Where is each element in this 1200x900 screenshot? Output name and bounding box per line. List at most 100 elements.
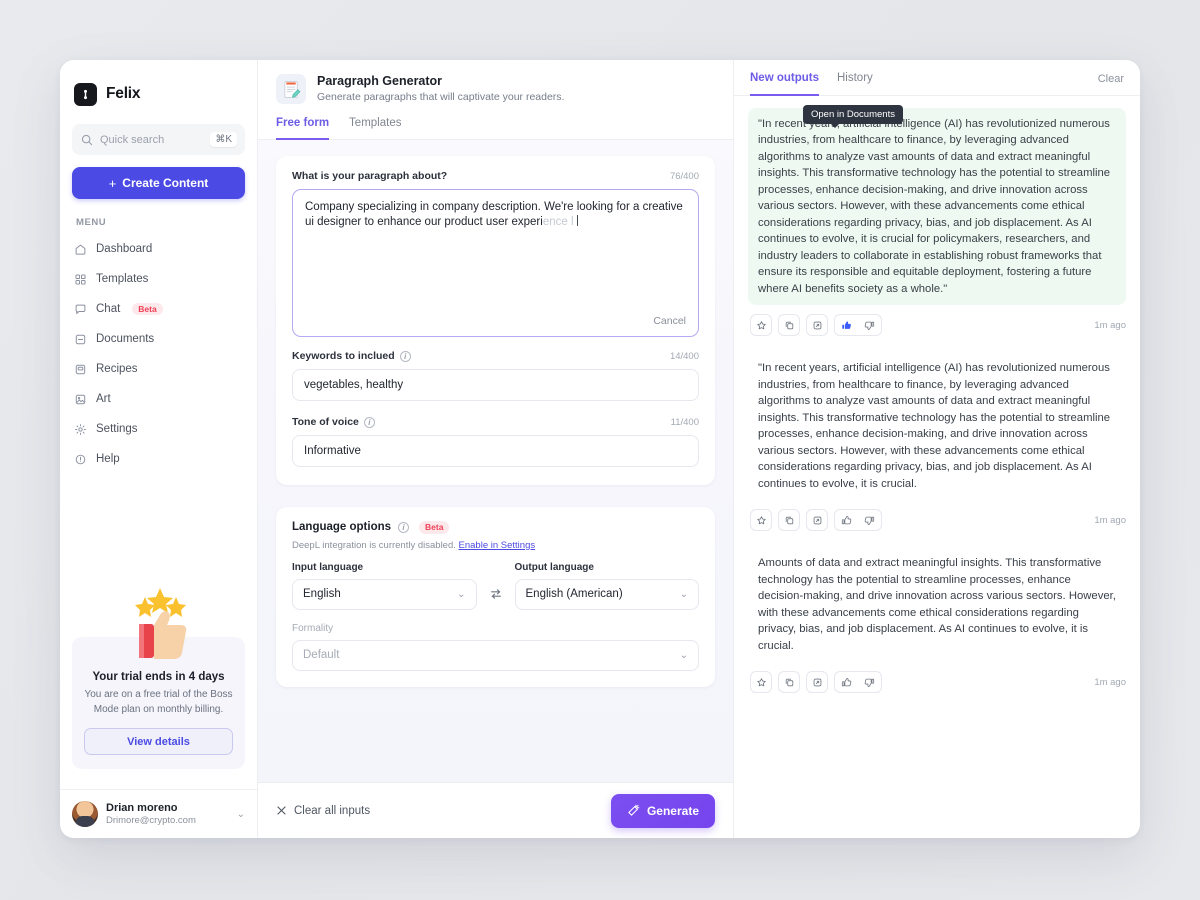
- user-meta: Drian moreno Drimore@crypto.com: [106, 802, 229, 826]
- magic-wand-icon: [628, 804, 640, 816]
- info-icon[interactable]: i: [398, 521, 410, 533]
- sidebar-item-label: Templates: [96, 273, 149, 285]
- search-input[interactable]: Quick search ⌘K: [72, 124, 245, 155]
- plus-icon: +: [108, 175, 117, 191]
- open-in-documents-icon[interactable]: [806, 671, 828, 694]
- notepad-pencil-icon: [276, 74, 306, 104]
- open-in-documents-icon[interactable]: [806, 509, 828, 532]
- close-icon: [277, 806, 286, 815]
- output-actions: 1m ago: [748, 314, 1126, 337]
- clear-all-inputs-button[interactable]: Clear all inputs: [276, 805, 370, 817]
- swap-horizontal-icon[interactable]: [485, 579, 507, 610]
- output-actions: 1m ago: [748, 509, 1126, 532]
- star-icon[interactable]: [750, 509, 772, 532]
- sidebar-item-recipes[interactable]: Recipes: [60, 354, 257, 384]
- output-language-select[interactable]: English (American) ⌄: [514, 578, 699, 610]
- tone-field-head: Tone of voice i 11/400: [292, 416, 699, 428]
- enable-in-settings-link[interactable]: Enable in Settings: [459, 540, 536, 551]
- copy-icon[interactable]: [778, 314, 800, 337]
- sidebar-menu: Dashboard Templates Chat Beta Documents …: [60, 234, 257, 474]
- thumbs-up-icon[interactable]: [835, 672, 858, 692]
- sidebar-item-label: Chat: [96, 303, 121, 315]
- output-card: "In recent years, artificial intelligenc…: [748, 105, 1126, 337]
- sidebar-item-dashboard[interactable]: Dashboard: [60, 234, 257, 264]
- output-text: Amounts of data and extract meaningful i…: [758, 557, 1116, 652]
- keywords-input[interactable]: vegetables, healthy: [292, 369, 699, 401]
- language-options-card: Language options i Beta DeepL integratio…: [276, 507, 715, 687]
- trial-description: You are on a free trial of the Boss Mode…: [84, 689, 233, 715]
- sidebar-item-label: Recipes: [96, 363, 138, 375]
- cancel-button[interactable]: Cancel: [653, 315, 686, 327]
- recipe-icon: [75, 364, 86, 374]
- feedback-group: [834, 314, 882, 337]
- deepl-note: DeepL integration is currently disabled.…: [292, 540, 699, 551]
- copy-icon[interactable]: [778, 509, 800, 532]
- info-icon[interactable]: i: [363, 416, 375, 428]
- prompt-ghost-text: ence l: [542, 216, 574, 229]
- view-details-button[interactable]: View details: [84, 728, 233, 755]
- output-timestamp: 1m ago: [1094, 319, 1126, 331]
- language-beta-badge: Beta: [419, 521, 450, 534]
- create-content-button[interactable]: + Create Content: [72, 167, 245, 199]
- trial-card: Your trial ends in 4 days You are on a f…: [72, 588, 245, 769]
- star-icon[interactable]: [750, 314, 772, 337]
- thumbs-down-icon[interactable]: [858, 315, 881, 335]
- tab-templates[interactable]: Templates: [349, 117, 401, 140]
- create-content-label: Create Content: [122, 176, 209, 190]
- sidebar-item-help[interactable]: Help: [60, 444, 257, 474]
- sidebar-item-templates[interactable]: Templates: [60, 264, 257, 294]
- sidebar-item-documents[interactable]: Documents: [60, 324, 257, 354]
- tone-label-text: Tone of voice: [292, 416, 359, 428]
- chevron-down-icon: ⌄: [679, 649, 688, 661]
- sidebar-item-settings[interactable]: Settings: [60, 414, 257, 444]
- prompt-text: Company specializing in company descript…: [305, 200, 686, 231]
- sidebar-item-chat[interactable]: Chat Beta: [60, 294, 257, 324]
- language-selectors: Input language English ⌄ Output language: [292, 562, 699, 610]
- outputs-header: New outputs History Clear: [734, 60, 1140, 96]
- generate-button[interactable]: Generate: [610, 793, 715, 828]
- output-language-label: Output language: [514, 561, 594, 573]
- brand-name: Felix: [106, 85, 141, 102]
- input-language-label: Input language: [292, 561, 364, 573]
- thumbs-down-icon[interactable]: [858, 672, 881, 692]
- search-icon: [81, 134, 93, 145]
- sidebar-item-label: Documents: [96, 333, 155, 345]
- output-language-col: Output language English (American) ⌄: [514, 561, 699, 610]
- keywords-label-text: Keywords to inclued: [292, 350, 395, 362]
- info-icon[interactable]: i: [399, 350, 411, 362]
- thumbs-down-icon[interactable]: [858, 510, 881, 530]
- star-icon[interactable]: [750, 671, 772, 694]
- output-card: "In recent years, artificial intelligenc…: [748, 352, 1126, 532]
- user-profile[interactable]: Drian moreno Drimore@crypto.com ⌄: [60, 789, 257, 838]
- language-options-title: Language options: [292, 521, 392, 534]
- output-timestamp: 1m ago: [1094, 676, 1126, 688]
- sidebar-item-art[interactable]: Art: [60, 384, 257, 414]
- chevron-down-icon: ⌄: [457, 588, 466, 600]
- chevron-down-icon[interactable]: ⌄: [237, 809, 245, 820]
- clear-outputs-button[interactable]: Clear: [1098, 73, 1124, 95]
- keywords-counter: 14/400: [669, 350, 699, 362]
- input-language-select[interactable]: English ⌄: [292, 578, 477, 610]
- copy-icon[interactable]: [778, 671, 800, 694]
- user-name: Drian moreno: [106, 802, 178, 814]
- tab-free-form[interactable]: Free form: [276, 117, 330, 140]
- image-icon: [75, 394, 86, 404]
- thumbs-up-icon[interactable]: [835, 315, 858, 335]
- tone-input[interactable]: Informative: [292, 435, 699, 467]
- sidebar-item-label: Help: [96, 453, 120, 465]
- prompt-textarea[interactable]: Company specializing in company descript…: [292, 189, 699, 337]
- thumbs-up-icon[interactable]: [835, 510, 858, 530]
- document-icon: [75, 334, 86, 344]
- feedback-group: [834, 671, 882, 694]
- tab-new-outputs[interactable]: New outputs: [750, 72, 819, 96]
- tab-history[interactable]: History: [837, 72, 873, 96]
- generate-label: Generate: [646, 803, 699, 818]
- grid-icon: [75, 273, 86, 285]
- home-icon: [75, 244, 86, 255]
- open-in-documents-icon[interactable]: [806, 314, 828, 337]
- output-text: "In recent years, artificial intelligenc…: [748, 108, 1126, 306]
- brand: Felix: [60, 60, 257, 110]
- formality-select[interactable]: Default ⌄: [292, 639, 699, 671]
